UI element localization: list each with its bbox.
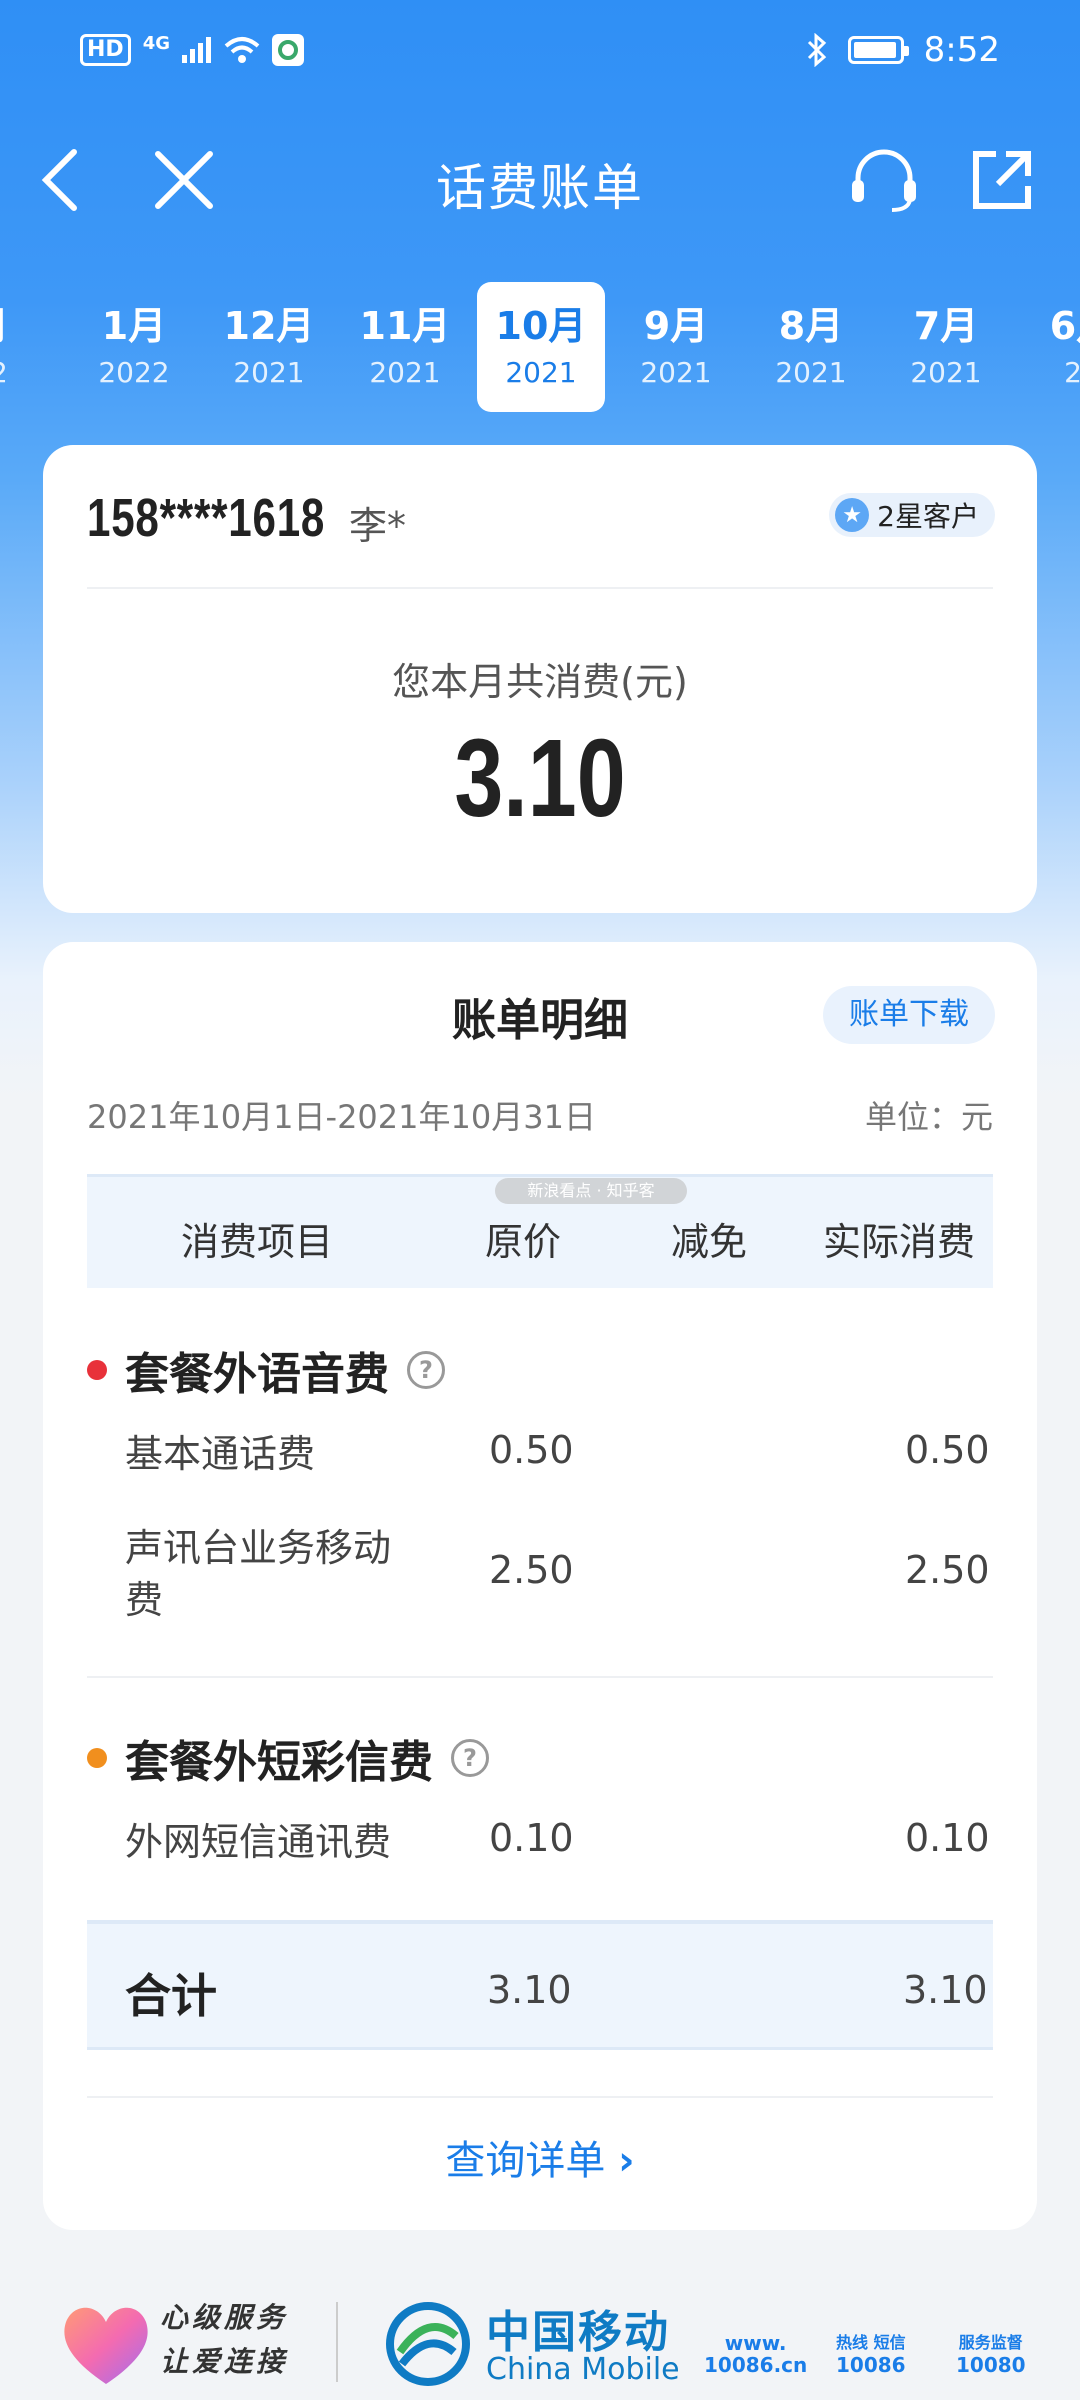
watermark: 新浪看点 · 知乎客 xyxy=(495,1178,687,1204)
customer-level-label: 2星客户 xyxy=(877,500,979,533)
bluetooth-icon xyxy=(807,33,826,67)
customer-name: 李* xyxy=(349,504,407,548)
headset-icon xyxy=(852,149,916,212)
monthly-consumption-amount: 3.10 xyxy=(454,717,626,840)
row-original-price: 0.10 xyxy=(489,1816,574,1860)
month-tab[interactable]: 9月 2021 xyxy=(612,282,740,412)
network-type: 4G xyxy=(142,32,170,54)
billing-period: 2021年10月1日-2021年10月31日 xyxy=(87,1098,596,1136)
section-sms-fee: 套餐外短彩信费 ? xyxy=(87,1726,489,1790)
row-actual-amount: 2.50 xyxy=(905,1548,990,1592)
row-original-price: 2.50 xyxy=(489,1548,574,1592)
chevron-right-icon: › xyxy=(618,2138,635,2184)
bill-download-button[interactable]: 账单下载 xyxy=(823,986,995,1044)
china-mobile-status-icon xyxy=(272,34,304,66)
clock: 8:52 xyxy=(923,30,1000,70)
row-item: 外网短信通讯费 xyxy=(125,1820,392,1864)
slogan: 心级服务 让爱连接 xyxy=(160,2301,289,2378)
brand-name-en: China Mobile xyxy=(486,2352,680,2387)
month-tab[interactable]: 月22 xyxy=(0,282,54,412)
footer-brand: 心级服务 让爱连接 中国移动 China Mobile www. 10086.cn… xyxy=(0,2280,1080,2400)
query-details-link[interactable]: 查询详单 › xyxy=(43,2128,1037,2186)
signal-icon xyxy=(182,37,211,63)
row-actual-amount: 0.50 xyxy=(905,1428,990,1472)
month-tab[interactable]: 12月 2021 xyxy=(205,282,333,412)
total-original-price: 3.10 xyxy=(487,1968,572,2012)
month-tab[interactable]: 11月 2021 xyxy=(341,282,469,412)
china-mobile-logo-icon xyxy=(386,2302,470,2386)
app-header: 话费账单 xyxy=(0,130,1080,230)
account-summary-card: 158****1618 李* ★ 2星客户 您本月共消费(元) 3.10 xyxy=(43,445,1037,913)
total-actual-amount: 3.10 xyxy=(903,1968,988,2012)
customer-service-button[interactable] xyxy=(848,144,920,216)
month-tab[interactable]: 8月 2021 xyxy=(747,282,875,412)
divider xyxy=(87,1676,993,1678)
section-dot xyxy=(87,1360,107,1380)
column-header-actual: 实际消费 xyxy=(823,1220,976,1264)
row-item: 基本通话费 xyxy=(125,1432,316,1476)
query-details-label: 查询详单 xyxy=(445,2138,606,2184)
divider xyxy=(87,2096,993,2098)
hotline-badge: 热线 短信 10086 xyxy=(836,2333,906,2377)
brand-name-cn: 中国移动 xyxy=(486,2307,670,2358)
heart-logo-icon xyxy=(64,2307,148,2384)
status-bar: HD 4G 8:52 xyxy=(0,0,1080,110)
battery-icon xyxy=(847,36,909,64)
currency-unit: 单位：元 xyxy=(864,1098,993,1136)
star-icon: ★ xyxy=(835,498,870,532)
hd-icon: HD xyxy=(80,34,131,66)
bill-page: HD 4G 8:52 话费账单 1月 2022 12月 2021 11月 202… xyxy=(0,0,1080,2400)
month-tab[interactable]: 1月 2022 xyxy=(70,282,198,412)
column-header-item: 消费项目 xyxy=(181,1220,334,1264)
section-title: 套餐外短彩信费 xyxy=(125,1737,433,1788)
row-item: 声讯台业务移动费 xyxy=(125,1526,392,1622)
customer-level-badge[interactable]: ★ 2星客户 xyxy=(829,493,995,537)
section-dot xyxy=(87,1748,107,1768)
month-tab[interactable]: 7月 2021 xyxy=(882,282,1010,412)
month-selector: 月22 1月2022 12月2021 11月2021 10月2021 9月202… xyxy=(0,282,1080,412)
month-tab[interactable]: 6月20 xyxy=(1018,282,1080,412)
section-voice-fee: 套餐外语音费 ? xyxy=(87,1338,445,1402)
phone-number: 158****1618 xyxy=(87,488,326,548)
row-actual-amount: 0.10 xyxy=(905,1816,990,1860)
wifi-icon xyxy=(224,37,260,63)
share-button[interactable] xyxy=(966,144,1038,216)
column-header-discount: 减免 xyxy=(671,1220,748,1264)
section-title: 套餐外语音费 xyxy=(125,1349,389,1400)
total-row: 合计 3.10 3.10 xyxy=(87,1920,993,2050)
row-original-price: 0.50 xyxy=(489,1428,574,1472)
total-label: 合计 xyxy=(125,1969,217,2023)
help-icon[interactable]: ? xyxy=(451,1739,489,1777)
help-icon[interactable]: ? xyxy=(407,1351,445,1389)
month-tab-active[interactable]: 10月 2021 xyxy=(477,282,605,412)
website-badge: www. 10086.cn xyxy=(704,2331,808,2377)
column-header-original-price: 原价 xyxy=(485,1220,562,1264)
bill-detail-card: 账单明细 账单下载 2021年10月1日-2021年10月31日 单位：元 消费… xyxy=(43,942,1037,2230)
supervise-badge: 服务监督 10080 xyxy=(956,2333,1026,2377)
share-icon xyxy=(973,151,1031,209)
divider xyxy=(87,587,993,589)
divider xyxy=(336,2302,338,2382)
monthly-consumption-label: 您本月共消费(元) xyxy=(392,660,688,704)
